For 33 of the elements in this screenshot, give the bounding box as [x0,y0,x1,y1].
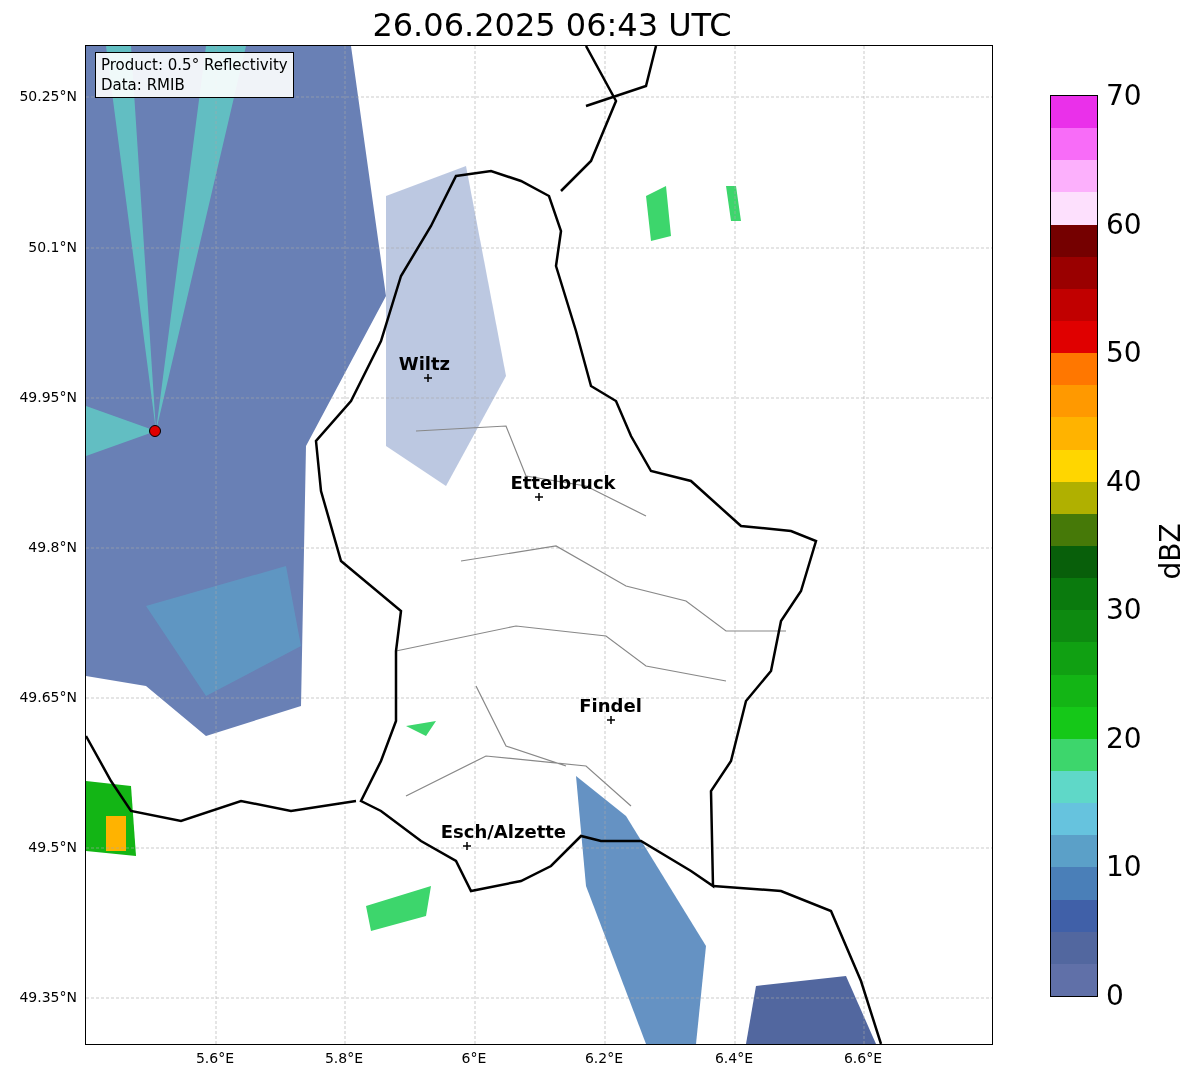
y-tick-label: 49.35°N [19,989,77,1005]
x-tick-label: 5.6°E [195,1050,235,1066]
x-tick-label: 6.6°E [843,1050,883,1066]
colorbar-tick-label: 30 [1106,596,1142,625]
x-tick-label: 6°E [461,1050,487,1066]
colorbar-tick-label: 20 [1106,724,1142,753]
chart-title: 26.06.2025 06:43 UTC [371,6,733,44]
info-text: Data: RMIB [101,75,186,95]
colorbar-tick-label: 60 [1106,210,1142,239]
colorbar-tick-label: 0 [1106,982,1124,1010]
y-tick-label: 50.25°N [19,88,77,104]
colorbar-tick-label: 70 [1106,82,1142,110]
y-tick-label: 49.95°N [19,389,77,405]
city-marker-icon [606,715,615,724]
x-tick-label: 6.2°E [584,1050,624,1066]
colorbar-label: dBZ [1153,523,1184,580]
y-tick-label: 49.65°N [19,689,77,705]
city-label: Wiltz [398,353,451,375]
y-tick-label: 49.5°N [28,839,77,855]
city-marker-icon [535,493,543,502]
colorbar-tick-label: 40 [1106,467,1142,496]
colorbar-tick-label: 10 [1106,853,1142,882]
y-tick-label: 50.1°N [28,239,77,255]
y-tick-label: 49.8°N [28,539,77,555]
city-label: Findel [579,694,642,716]
city-marker-icon [463,842,472,851]
x-tick-label: 5.8°E [324,1050,364,1066]
x-tick-label: 6.4°E [714,1050,754,1066]
colorbar-tick-label: 50 [1106,339,1142,368]
city-label: Ettelbruck [510,472,616,494]
city-marker-icon [424,374,433,383]
city-label: Esch/Alzette [440,821,567,843]
info-text: Product: 0.5° Reflectivity [101,55,288,75]
